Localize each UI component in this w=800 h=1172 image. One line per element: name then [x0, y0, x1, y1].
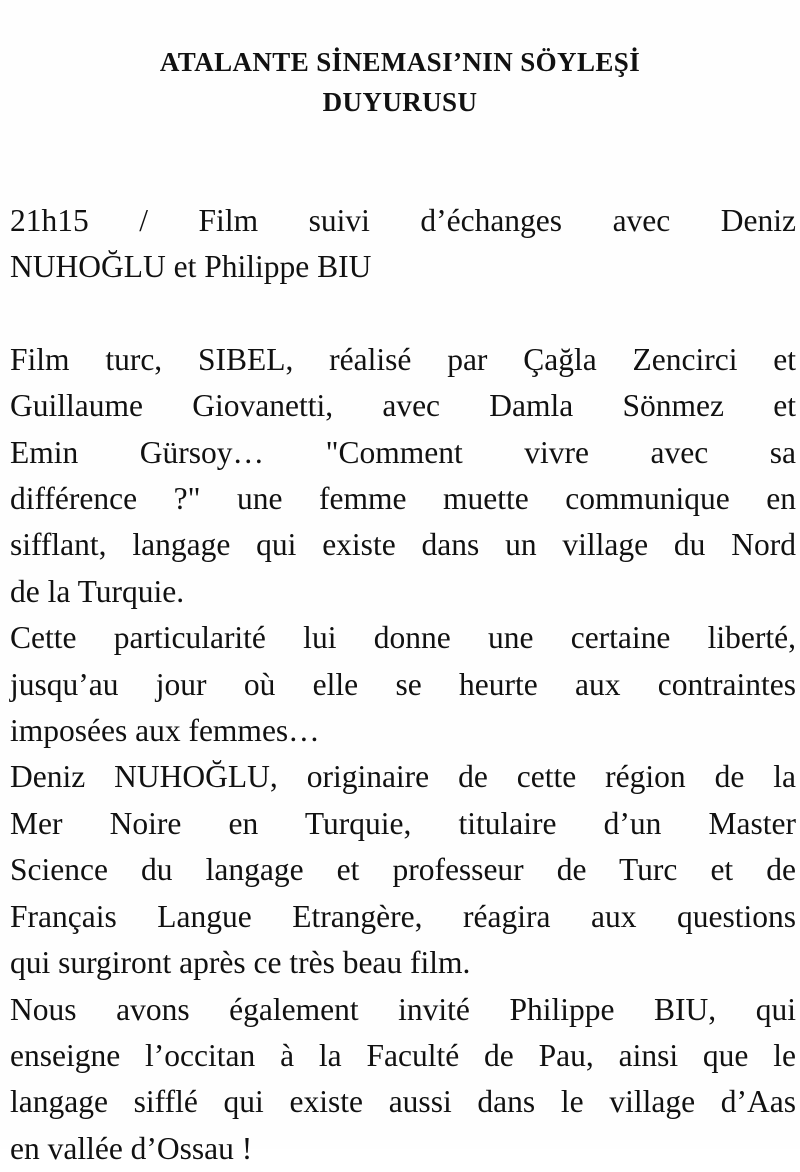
film-description-paragraph: Film turc, SIBEL, réalisé par Çağla Zenc… [10, 337, 796, 615]
plot-paragraph: Cette particularité lui donne une certai… [10, 615, 796, 754]
schedule-paragraph: 21h15 / Film suivi d’échanges avec Deniz… [10, 198, 796, 291]
text-line: Film turc, SIBEL, réalisé par Çağla Zenc… [10, 337, 796, 383]
text-line: Français Langue Etrangère, réagira aux q… [10, 894, 796, 940]
speaker-deniz-paragraph: Deniz NUHOĞLU, originaire de cette régio… [10, 754, 796, 986]
text-line: sifflant, langage qui existe dans un vil… [10, 522, 796, 568]
text-line: Guillaume Giovanetti, avec Damla Sönmez … [10, 383, 796, 429]
text-line: de la Turquie. [10, 569, 796, 615]
text-line: qui surgiront après ce très beau film. [10, 940, 796, 986]
text-line: Cette particularité lui donne une certai… [10, 615, 796, 661]
text-line: Nous avons également invité Philippe BIU… [10, 987, 796, 1033]
text-line: enseigne l’occitan à la Faculté de Pau, … [10, 1033, 796, 1079]
speaker-philippe-paragraph: Nous avons également invité Philippe BIU… [10, 987, 796, 1172]
text-line: Emin Gürsoy… "Comment vivre avec sa [10, 430, 796, 476]
document-page: ATALANTE SİNEMASI’NIN SÖYLEŞİ DUYURUSU 2… [0, 0, 800, 1149]
text-line: Science du langage et professeur de Turc… [10, 847, 796, 893]
document-body: 21h15 / Film suivi d’échanges avec Deniz… [10, 198, 796, 1172]
text-line: Deniz NUHOĞLU, originaire de cette régio… [10, 754, 796, 800]
text-line: jusqu’au jour où elle se heurte aux cont… [10, 662, 796, 708]
text-line: 21h15 / Film suivi d’échanges avec Deniz [10, 198, 796, 244]
paragraph-gap [10, 291, 796, 337]
text-line: langage sifflé qui existe aussi dans le … [10, 1079, 796, 1125]
text-line: Mer Noire en Turquie, titulaire d’un Mas… [10, 801, 796, 847]
text-line: imposées aux femmes… [10, 708, 796, 754]
title-line-1: ATALANTE SİNEMASI’NIN SÖYLEŞİ [60, 42, 740, 82]
title-line-2: DUYURUSU [60, 82, 740, 122]
text-line: différence ?" une femme muette communiqu… [10, 476, 796, 522]
document-title: ATALANTE SİNEMASI’NIN SÖYLEŞİ DUYURUSU [60, 42, 740, 122]
text-line: NUHOĞLU et Philippe BIU [10, 244, 796, 290]
